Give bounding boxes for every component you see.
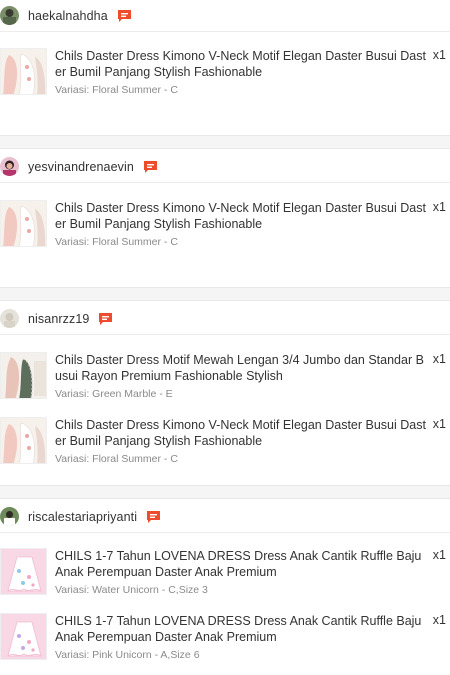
product-quantity: x1 bbox=[432, 200, 446, 214]
product-name[interactable]: CHILS 1-7 Tahun LOVENA DRESS Dress Anak … bbox=[55, 613, 430, 645]
buyer-row: yesvinandrenaevin bbox=[0, 151, 450, 183]
product-variant: Variasi: Pink Unicorn - A,Size 6 bbox=[55, 649, 200, 661]
product-variant: Variasi: Water Unicorn - C,Size 3 bbox=[55, 584, 208, 596]
avatar[interactable] bbox=[0, 157, 19, 176]
chat-bubble-icon[interactable] bbox=[98, 312, 113, 326]
product-thumbnail[interactable] bbox=[0, 200, 47, 247]
chat-bubble-icon[interactable] bbox=[146, 510, 161, 524]
order-separator bbox=[0, 287, 450, 301]
chat-bubble-icon[interactable] bbox=[143, 160, 158, 174]
order-item[interactable]: Chils Daster Dress Kimono V-Neck Motif E… bbox=[0, 417, 450, 479]
order-separator bbox=[0, 135, 450, 149]
product-thumbnail[interactable] bbox=[0, 548, 47, 595]
product-quantity: x1 bbox=[432, 613, 446, 627]
avatar[interactable] bbox=[0, 309, 19, 328]
order-item[interactable]: Chils Daster Dress Kimono V-Neck Motif E… bbox=[0, 200, 450, 262]
product-thumbnail[interactable] bbox=[0, 417, 47, 464]
buyer-row: nisanrzz19 bbox=[0, 303, 450, 335]
avatar[interactable] bbox=[0, 507, 19, 526]
product-quantity: x1 bbox=[432, 548, 446, 562]
buyer-row: riscalestariapriyanti bbox=[0, 501, 450, 533]
product-name[interactable]: Chils Daster Dress Kimono V-Neck Motif E… bbox=[55, 200, 430, 232]
order-item[interactable]: Chils Daster Dress Motif Mewah Lengan 3/… bbox=[0, 352, 450, 414]
buyer-username[interactable]: haekalnahdha bbox=[28, 9, 108, 23]
order-item[interactable]: CHILS 1-7 Tahun LOVENA DRESS Dress Anak … bbox=[0, 548, 450, 610]
buyer-username[interactable]: riscalestariapriyanti bbox=[28, 510, 137, 524]
buyer-username[interactable]: nisanrzz19 bbox=[28, 312, 89, 326]
product-name[interactable]: Chils Daster Dress Kimono V-Neck Motif E… bbox=[55, 417, 430, 449]
order-separator bbox=[0, 485, 450, 499]
avatar[interactable] bbox=[0, 6, 19, 25]
product-name[interactable]: Chils Daster Dress Motif Mewah Lengan 3/… bbox=[55, 352, 430, 384]
chat-bubble-icon[interactable] bbox=[117, 9, 132, 23]
product-name[interactable]: Chils Daster Dress Kimono V-Neck Motif E… bbox=[55, 48, 430, 80]
product-quantity: x1 bbox=[432, 352, 446, 366]
product-variant: Variasi: Floral Summer - C bbox=[55, 453, 178, 465]
product-thumbnail[interactable] bbox=[0, 352, 47, 399]
order-item[interactable]: CHILS 1-7 Tahun LOVENA DRESS Dress Anak … bbox=[0, 613, 450, 675]
product-variant: Variasi: Green Marble - E bbox=[55, 388, 173, 400]
product-quantity: x1 bbox=[432, 417, 446, 431]
product-quantity: x1 bbox=[432, 48, 446, 62]
order-item[interactable]: Chils Daster Dress Kimono V-Neck Motif E… bbox=[0, 48, 450, 110]
buyer-row: haekalnahdha bbox=[0, 0, 450, 32]
product-thumbnail[interactable] bbox=[0, 48, 47, 95]
buyer-username[interactable]: yesvinandrenaevin bbox=[28, 160, 134, 174]
product-variant: Variasi: Floral Summer - C bbox=[55, 84, 178, 96]
product-name[interactable]: CHILS 1-7 Tahun LOVENA DRESS Dress Anak … bbox=[55, 548, 430, 580]
product-thumbnail[interactable] bbox=[0, 613, 47, 660]
product-variant: Variasi: Floral Summer - C bbox=[55, 236, 178, 248]
